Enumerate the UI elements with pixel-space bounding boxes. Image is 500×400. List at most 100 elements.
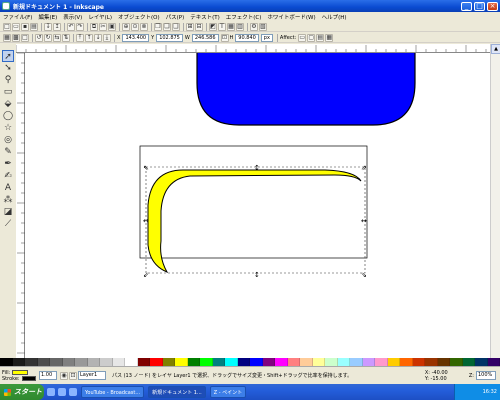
fill-color-swatch[interactable] xyxy=(12,370,29,375)
lower-bottom-icon[interactable]: ⤓ xyxy=(103,33,111,42)
palette-swatch[interactable] xyxy=(137,358,150,366)
print-icon[interactable]: ▤ xyxy=(30,22,38,31)
palette-swatch[interactable] xyxy=(412,358,425,366)
rect-tool-icon[interactable]: ▭ xyxy=(2,86,14,98)
select-all-icon[interactable]: ▦ xyxy=(3,33,11,42)
palette-swatch[interactable] xyxy=(450,358,463,366)
flip-vertical-icon[interactable]: ⇅ xyxy=(62,33,70,42)
layer-visibility-icon[interactable]: ◉ xyxy=(60,371,68,380)
undo-icon[interactable]: ↶ xyxy=(67,22,75,31)
palette-swatch[interactable] xyxy=(300,358,313,366)
handle-top-right[interactable]: ⇗ xyxy=(361,164,367,172)
zoom-field[interactable]: 100% xyxy=(476,371,496,380)
palette-swatch[interactable] xyxy=(37,358,50,366)
cut-icon[interactable]: ✂ xyxy=(99,22,107,31)
handle-top-left[interactable]: ⇖ xyxy=(143,164,149,172)
select-all-layers-icon[interactable]: ▩ xyxy=(12,33,20,42)
palette-swatch[interactable] xyxy=(125,358,138,366)
palette-swatch[interactable] xyxy=(100,358,113,366)
palette-swatch[interactable] xyxy=(400,358,413,366)
palette-swatch[interactable] xyxy=(362,358,375,366)
pencil-tool-icon[interactable]: ✎ xyxy=(2,146,14,158)
pen-tool-icon[interactable]: ✒ xyxy=(2,158,14,170)
align-distribute-icon[interactable]: ▥ xyxy=(236,22,244,31)
deselect-icon[interactable]: □ xyxy=(21,33,29,42)
selector-tool-icon[interactable]: ➚ xyxy=(2,50,14,62)
vertical-scrollbar[interactable]: ▲ xyxy=(490,44,500,358)
open-file-icon[interactable]: ▭ xyxy=(12,22,20,31)
palette-swatch[interactable] xyxy=(462,358,475,366)
palette-swatch[interactable] xyxy=(150,358,163,366)
star-tool-icon[interactable]: ☆ xyxy=(2,122,14,134)
document-properties-icon[interactable]: ▧ xyxy=(259,22,267,31)
dropper-tool-icon[interactable]: ⟋ xyxy=(2,218,14,230)
palette-swatch[interactable] xyxy=(62,358,75,366)
group-icon[interactable]: ⊞ xyxy=(186,22,194,31)
palette-swatch[interactable] xyxy=(350,358,363,366)
close-button[interactable]: × xyxy=(487,1,498,11)
spiral-tool-icon[interactable]: ◎ xyxy=(2,134,14,146)
palette-swatch[interactable] xyxy=(212,358,225,366)
clock[interactable]: 16:32 xyxy=(483,389,497,395)
handle-top-middle[interactable]: ↕ xyxy=(254,164,260,172)
text-tool-icon[interactable]: A xyxy=(2,182,14,194)
rotate-cw-icon[interactable]: ↻ xyxy=(44,33,52,42)
xml-editor-icon[interactable]: ▦ xyxy=(227,22,235,31)
duplicate-icon[interactable]: ❐ xyxy=(154,22,162,31)
palette-swatch[interactable] xyxy=(487,358,500,366)
affect-stroke-icon[interactable]: ▭ xyxy=(298,33,307,42)
fill-stroke-indicator[interactable]: Fill: Stroke: xyxy=(2,370,36,382)
w-input[interactable]: 246.586 xyxy=(191,33,219,42)
save-icon[interactable]: ▪ xyxy=(21,22,29,31)
menu-file[interactable]: ファイル(F) xyxy=(3,13,32,21)
unit-select[interactable]: px xyxy=(260,33,273,42)
menu-layer[interactable]: レイヤ(L) xyxy=(88,13,112,21)
menu-whiteboard[interactable]: ホワイトボード(W) xyxy=(267,13,315,21)
preferences-icon[interactable]: ⚙ xyxy=(250,22,258,31)
quicklaunch-desktop-icon[interactable] xyxy=(69,388,77,396)
task-inkscape[interactable]: 新規ドキュメント 1... xyxy=(148,386,206,398)
ellipse-tool-icon[interactable]: ◯ xyxy=(2,110,14,122)
blue-rounded-rect-shape[interactable] xyxy=(196,53,416,126)
palette-swatch[interactable] xyxy=(387,358,400,366)
quicklaunch-media-icon[interactable] xyxy=(58,388,66,396)
lower-icon[interactable]: ↓ xyxy=(94,33,102,42)
affect-pattern-icon[interactable]: ▦ xyxy=(325,33,334,42)
h-input[interactable]: 90.840 xyxy=(235,33,259,42)
y-input[interactable]: 102.875 xyxy=(156,33,183,42)
x-input[interactable]: 143.400 xyxy=(122,33,150,42)
palette-swatch[interactable] xyxy=(425,358,438,366)
layer-dropdown[interactable]: Layer1 xyxy=(78,371,106,380)
task-youtube[interactable]: YouTube - Broadcast... xyxy=(81,386,145,398)
palette-swatch[interactable] xyxy=(475,358,488,366)
fill-stroke-icon[interactable]: ◩ xyxy=(209,22,217,31)
palette-swatch[interactable] xyxy=(287,358,300,366)
palette-swatch[interactable] xyxy=(325,358,338,366)
window-titlebar[interactable]: 新規ドキュメント 1 - Inkscape _ □ × xyxy=(0,0,500,12)
raise-icon[interactable]: ↑ xyxy=(85,33,93,42)
menu-effects[interactable]: エフェクト(C) xyxy=(226,13,262,21)
palette-swatch[interactable] xyxy=(237,358,250,366)
task-paint[interactable]: Z - ペイント xyxy=(209,386,247,398)
3d-box-tool-icon[interactable]: ⬙ xyxy=(2,98,14,110)
copy-icon[interactable]: ⧉ xyxy=(90,22,98,31)
calligraphy-tool-icon[interactable]: ✍ xyxy=(2,170,14,182)
zoom-tool-icon[interactable]: ⚲ xyxy=(2,74,14,86)
import-icon[interactable]: ↧ xyxy=(44,22,52,31)
menu-path[interactable]: パス(P) xyxy=(166,13,185,21)
yellow-curved-stroke-shape[interactable] xyxy=(147,169,362,274)
maximize-button[interactable]: □ xyxy=(474,1,485,11)
palette-swatch[interactable] xyxy=(275,358,288,366)
text-font-icon[interactable]: T xyxy=(218,22,226,31)
affect-gradient-icon[interactable]: ▤ xyxy=(316,33,325,42)
menu-view[interactable]: 表示(V) xyxy=(63,13,82,21)
palette-swatch[interactable] xyxy=(262,358,275,366)
palette-swatch[interactable] xyxy=(312,358,325,366)
paste-icon[interactable]: ▣ xyxy=(108,22,116,31)
zoom-drawing-icon[interactable]: ⊙ xyxy=(131,22,139,31)
menu-help[interactable]: ヘルプ(H) xyxy=(322,13,347,21)
unlink-clone-icon[interactable]: ❑ xyxy=(172,22,180,31)
menu-text[interactable]: テキスト(T) xyxy=(190,13,220,21)
palette-swatch[interactable] xyxy=(225,358,238,366)
handle-bottom-middle[interactable]: ↕ xyxy=(254,271,260,279)
